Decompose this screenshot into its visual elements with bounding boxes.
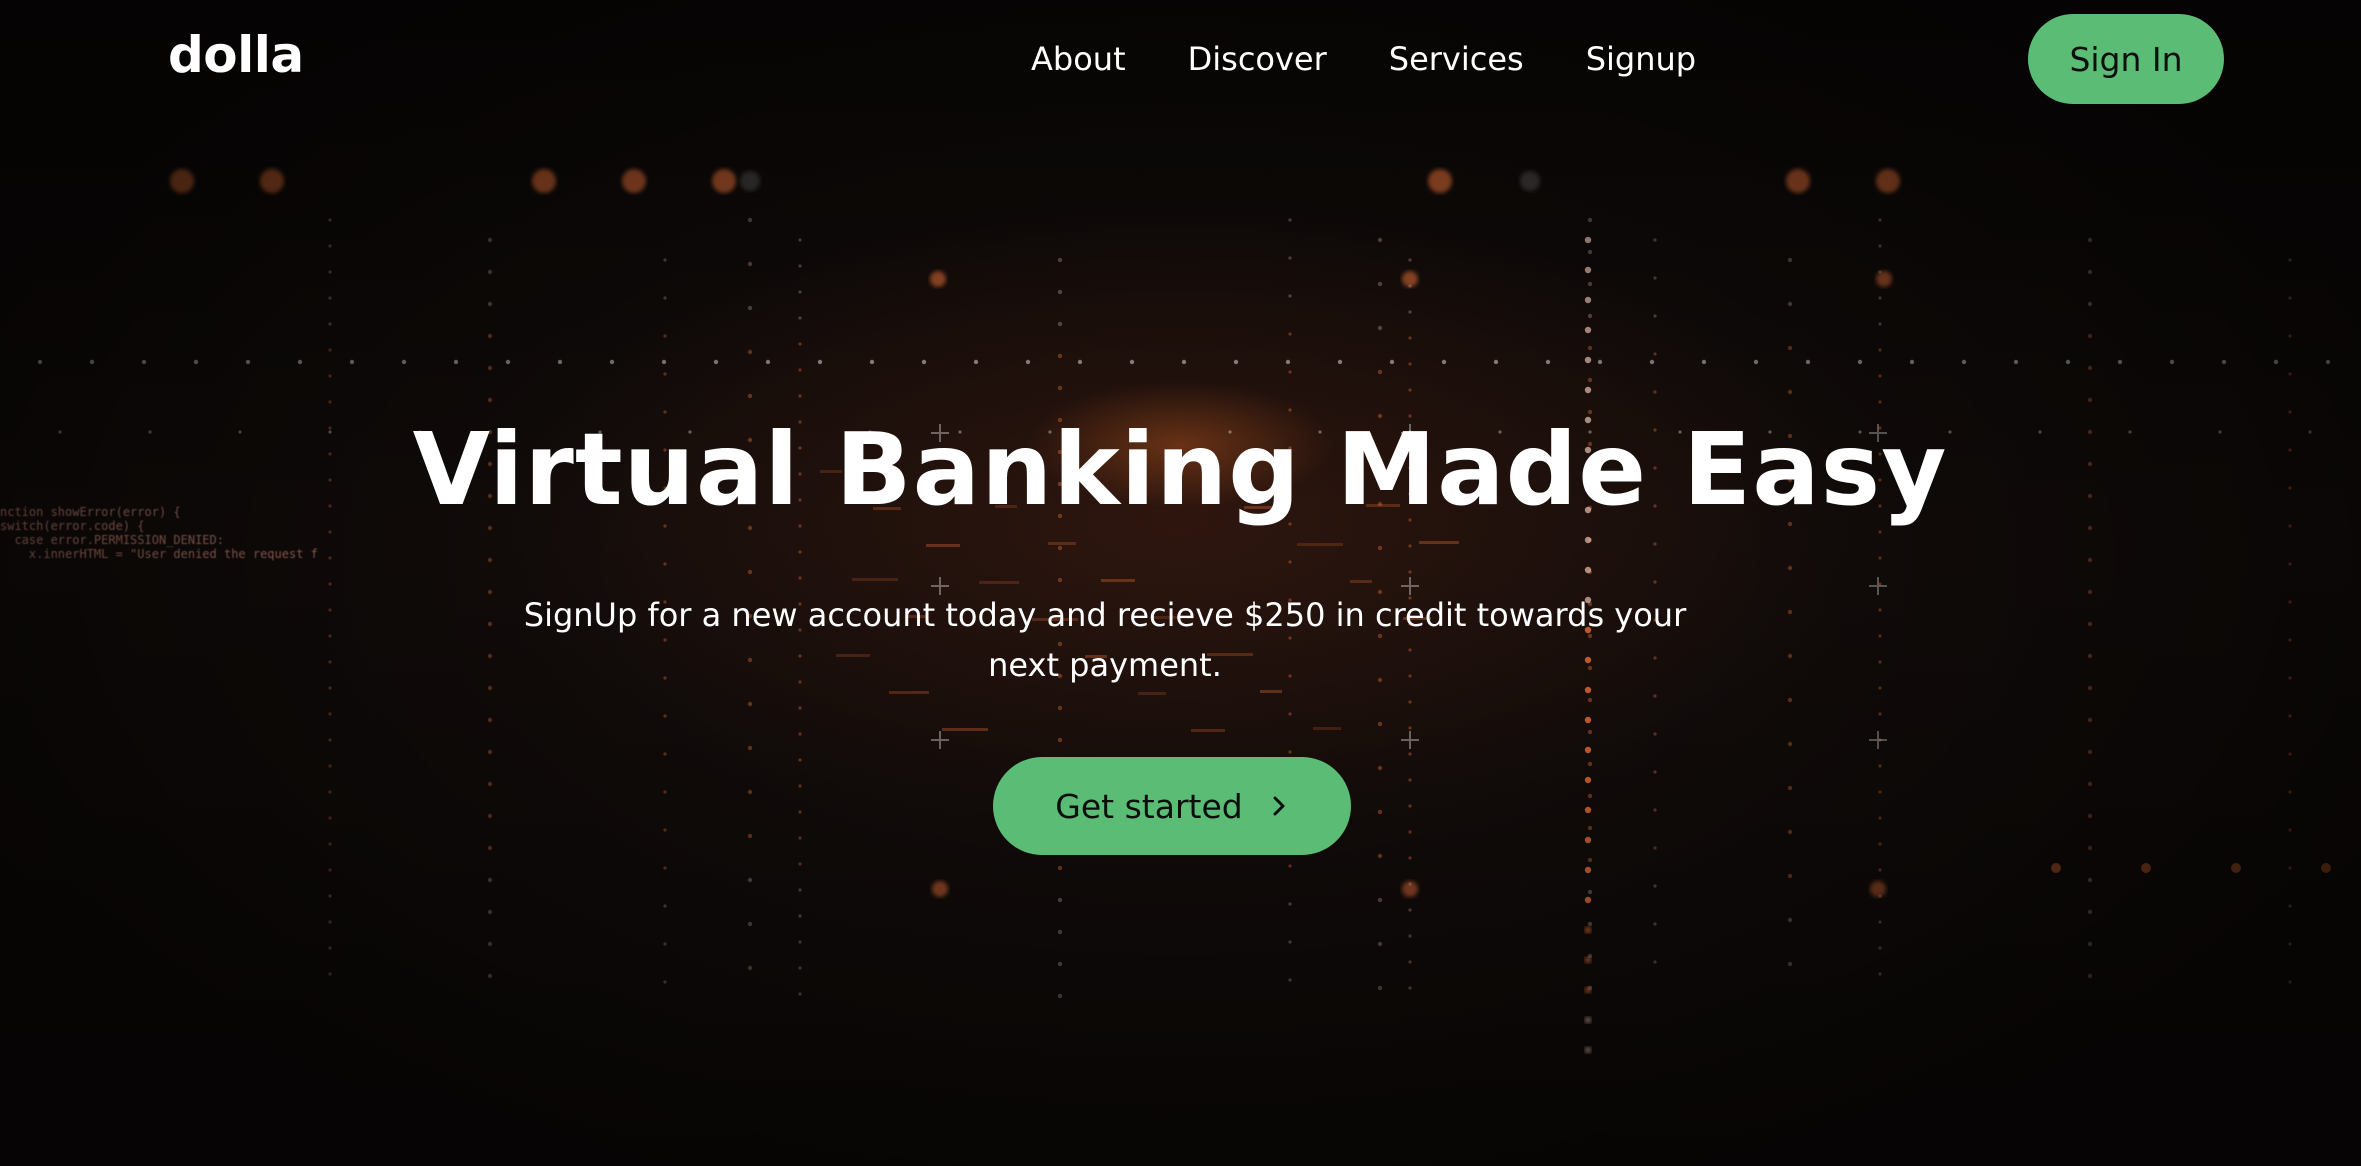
nav-link-discover[interactable]: Discover	[1188, 34, 1327, 84]
nav-link-services[interactable]: Services	[1389, 34, 1524, 84]
get-started-button[interactable]: Get started	[993, 757, 1351, 855]
code-line: case error.PERMISSION_DENIED:	[0, 533, 224, 547]
navbar: dolla About Discover Services Signup Sig…	[0, 0, 2361, 118]
nav-link-about[interactable]: About	[1031, 34, 1126, 84]
nav-links: About Discover Services Signup	[1031, 34, 1696, 84]
chevron-right-icon	[1269, 794, 1289, 818]
code-line: switch(error.code) {	[0, 519, 145, 533]
logo[interactable]: dolla	[168, 26, 304, 84]
get-started-label: Get started	[1055, 786, 1243, 826]
background-code-snippet: nction showError(error) { switch(error.c…	[0, 505, 318, 561]
nav-link-signup[interactable]: Signup	[1586, 34, 1696, 84]
code-line: nction showError(error) {	[0, 505, 181, 519]
sign-in-label: Sign In	[2069, 39, 2183, 79]
background-light-grid	[37, 169, 2331, 1054]
hero-subtitle: SignUp for a new account today and recie…	[523, 596, 1687, 684]
code-line: x.innerHTML = "User denied the request f	[0, 547, 318, 561]
hero-page: nction showError(error) { switch(error.c…	[0, 0, 2361, 1166]
sign-in-button[interactable]: Sign In	[2028, 14, 2224, 104]
hero-title: Virtual Banking Made Easy	[412, 411, 1948, 528]
